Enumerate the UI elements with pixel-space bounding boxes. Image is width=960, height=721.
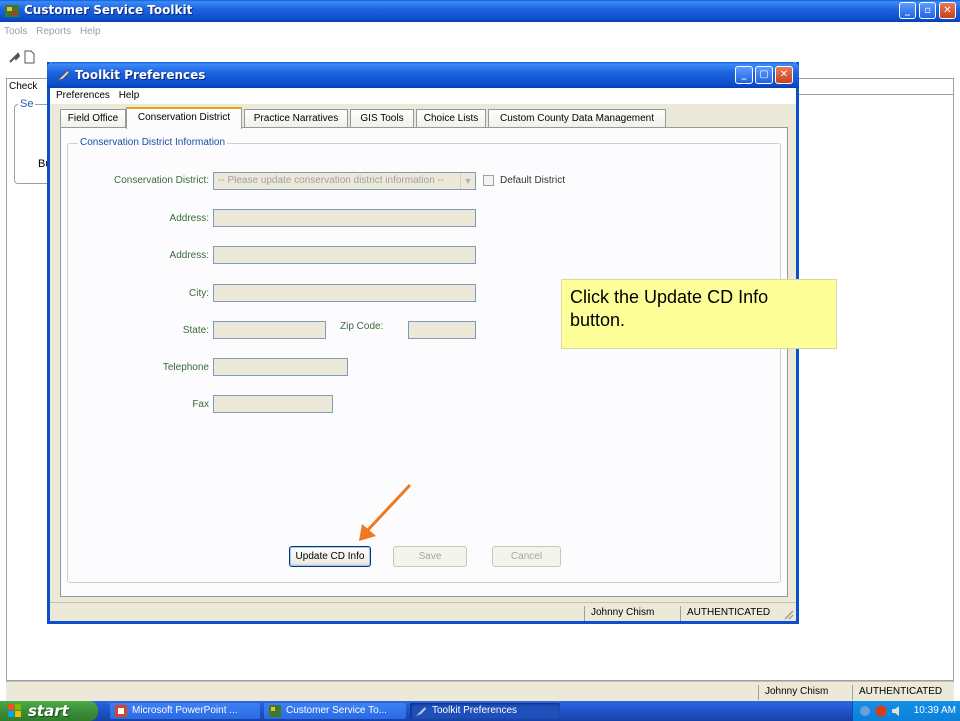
- address2-label: Address:: [169, 250, 209, 261]
- instruction-callout: Click the Update CD Info button.: [561, 279, 837, 349]
- main-status-bar: Johnny Chism AUTHENTICATED: [6, 681, 954, 701]
- fax-field[interactable]: [213, 395, 333, 413]
- start-button[interactable]: start: [0, 701, 98, 721]
- windows-flag-icon: [8, 704, 21, 717]
- zip-code-field[interactable]: [408, 321, 476, 339]
- cancel-button[interactable]: Cancel: [492, 546, 561, 567]
- city-field[interactable]: [213, 284, 476, 302]
- default-district-checkbox[interactable]: [483, 175, 494, 186]
- tab-field-office[interactable]: Field Office: [60, 109, 126, 128]
- taskbar-item-powerpoint[interactable]: Microsoft PowerPoint ...: [110, 703, 260, 719]
- main-menu-bar: Tools Reports Help: [0, 22, 960, 40]
- conservation-district-group: Conservation District Information Conser…: [67, 137, 781, 583]
- powerpoint-icon: [115, 705, 127, 717]
- taskbar: start Microsoft PowerPoint ... Customer …: [0, 701, 960, 721]
- preferences-icon: [416, 707, 426, 716]
- taskbar-item-toolkit[interactable]: Customer Service To...: [264, 703, 406, 719]
- main-maximize-button[interactable]: ▫: [919, 2, 936, 19]
- main-close-button[interactable]: ✕: [939, 2, 956, 19]
- dialog-status-user: Johnny Chism: [584, 606, 678, 621]
- main-status-auth: AUTHENTICATED: [852, 685, 952, 700]
- chevron-down-icon[interactable]: ▼: [460, 173, 475, 189]
- dialog-title-bar[interactable]: Toolkit Preferences _ ▢ ✕: [47, 62, 799, 88]
- fax-label: Fax: [192, 399, 209, 410]
- dialog-status-auth: AUTHENTICATED: [680, 606, 780, 621]
- volume-icon[interactable]: [891, 705, 903, 717]
- taskbar-item-label: Customer Service To...: [286, 705, 387, 716]
- tab-gis-tools[interactable]: GIS Tools: [350, 109, 414, 128]
- conservation-district-value: -- Please update conservation district i…: [218, 175, 445, 186]
- taskbar-clock: 10:39 AM: [913, 705, 956, 716]
- main-group-label: Se: [18, 98, 36, 110]
- preferences-icon: [56, 69, 70, 82]
- city-label: City:: [189, 288, 209, 299]
- menu-tools[interactable]: Tools: [4, 26, 27, 37]
- telephone-label: Telephone: [162, 362, 209, 373]
- resize-grip-icon[interactable]: [782, 608, 794, 620]
- tab-custom-county-data[interactable]: Custom County Data Management: [488, 109, 666, 128]
- dialog-title: Toolkit Preferences: [75, 68, 206, 82]
- taskbar-item-preferences[interactable]: Toolkit Preferences: [410, 703, 560, 719]
- save-button[interactable]: Save: [393, 546, 467, 567]
- dialog-maximize-button[interactable]: ▢: [755, 66, 773, 84]
- dialog-close-button[interactable]: ✕: [775, 66, 793, 84]
- zip-code-label: Zip Code:: [340, 321, 384, 332]
- menu-reports[interactable]: Reports: [36, 26, 71, 37]
- network-icon[interactable]: [859, 705, 871, 717]
- conservation-district-label: Conservation District:: [113, 175, 209, 186]
- address1-label: Address:: [169, 213, 209, 224]
- default-district-label: Default District: [500, 175, 566, 186]
- state-label: State:: [182, 325, 209, 336]
- address1-field[interactable]: [213, 209, 476, 227]
- main-tab-check[interactable]: Check: [6, 78, 50, 94]
- group-label: Conservation District Information: [78, 137, 228, 148]
- main-tab-line: [798, 94, 954, 95]
- conservation-district-select[interactable]: -- Please update conservation district i…: [213, 172, 476, 190]
- taskbar-item-label: Toolkit Preferences: [432, 705, 518, 716]
- dialog-minimize-button[interactable]: _: [735, 66, 753, 84]
- wrench-icon[interactable]: [8, 52, 21, 67]
- update-cd-info-button[interactable]: Update CD Info: [289, 546, 371, 567]
- dialog-menu-bar: Preferences Help: [50, 88, 796, 104]
- start-label: start: [28, 702, 69, 720]
- tab-choice-lists[interactable]: Choice Lists: [416, 109, 486, 128]
- main-title-bar[interactable]: Customer Service Toolkit _ ▫ ✕: [0, 0, 960, 22]
- menu-help[interactable]: Help: [80, 26, 101, 37]
- main-minimize-button[interactable]: _: [899, 2, 916, 19]
- conservation-district-panel: Conservation District Information Conser…: [60, 127, 788, 597]
- dialog-status-bar: Johnny Chism AUTHENTICATED: [50, 602, 796, 621]
- main-window-title: Customer Service Toolkit: [24, 3, 193, 17]
- menu-help[interactable]: Help: [119, 90, 140, 101]
- telephone-field[interactable]: [213, 358, 348, 376]
- system-tray: 10:39 AM: [852, 701, 960, 721]
- menu-preferences[interactable]: Preferences: [56, 90, 110, 101]
- security-icon[interactable]: [875, 705, 887, 717]
- toolkit-app-icon: [5, 5, 19, 17]
- tab-practice-narratives[interactable]: Practice Narratives: [244, 109, 348, 128]
- new-document-icon[interactable]: [24, 50, 35, 67]
- main-status-user: Johnny Chism: [758, 685, 852, 700]
- screen: { "main_window": { "title": "Customer Se…: [0, 0, 960, 721]
- state-field[interactable]: [213, 321, 326, 339]
- toolkit-icon: [269, 705, 281, 717]
- taskbar-item-label: Microsoft PowerPoint ...: [132, 705, 238, 716]
- address2-field[interactable]: [213, 246, 476, 264]
- tab-conservation-district[interactable]: Conservation District: [126, 107, 242, 129]
